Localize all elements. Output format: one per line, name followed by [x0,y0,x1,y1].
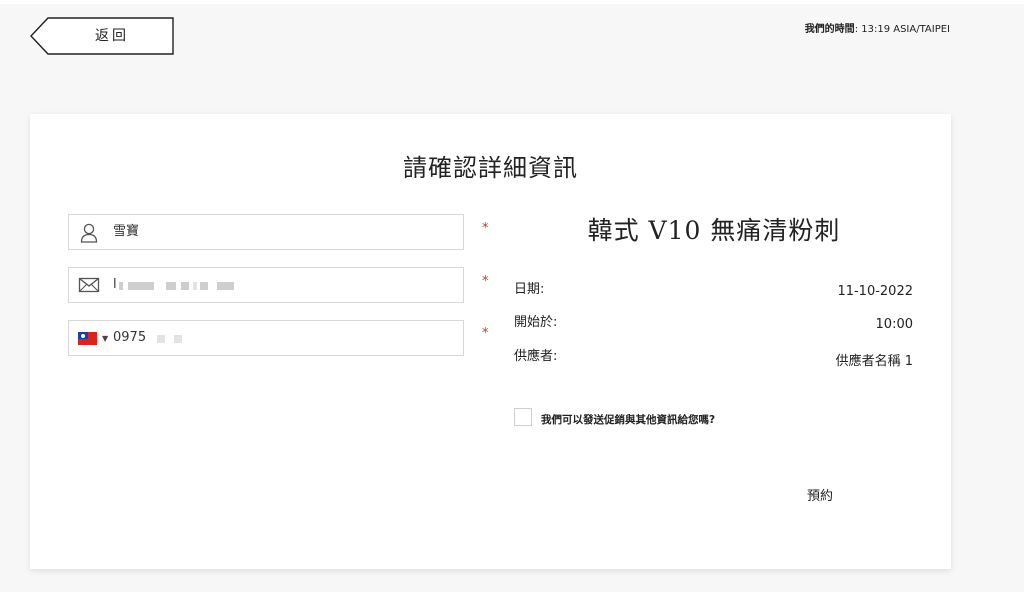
phone-field[interactable]: ▼ 0975 [68,320,464,356]
promo-consent-checkbox[interactable] [514,408,532,426]
redacted-block [174,335,182,343]
redacted-block [193,282,197,290]
top-strip [0,0,1024,4]
name-field[interactable]: 雪寶 [68,214,464,250]
promo-consent-label: 我們可以發送促銷與其他資訊給您嗎? [541,414,716,426]
date-value: 11-10-2022 [837,284,913,299]
start-time-value: 10:00 [875,317,913,332]
page-title: 請確認詳細資訊 [403,154,578,182]
book-button[interactable]: 預約 [784,483,856,511]
server-time-label: 我們的時間 [804,24,855,35]
redacted-block [217,282,234,290]
redacted-block [119,282,123,290]
date-label: 日期: [514,282,545,297]
redacted-block [200,282,208,290]
chevron-down-icon[interactable]: ▼ [102,332,108,345]
email-value-prefix: l [113,277,117,292]
mail-icon [78,276,100,294]
redacted-block [157,335,165,343]
phone-value: 0975 [113,330,147,345]
server-time: 我們的時間: 13:19 ASIA/TAIPEI [805,20,950,35]
start-time-label: 開始於: [514,315,558,330]
email-field[interactable]: l [68,267,464,303]
name-value: 雪寶 [113,224,140,239]
booking-confirm-page: 返回 我們的時間: 13:19 ASIA/TAIPEI 請確認詳細資訊 雪寶 * [0,0,1024,592]
back-button[interactable]: 返回 [30,17,174,55]
taiwan-flag-icon[interactable] [78,332,97,345]
provider-value: 供應者名稱 1 [835,354,913,369]
back-button-label: 返回 [95,28,129,44]
user-icon [78,223,100,243]
server-time-value: : 13:19 ASIA/TAIPEI [854,24,950,35]
redacted-block [166,282,176,290]
provider-label: 供應者: [514,349,558,364]
required-marker: * [482,221,489,236]
required-marker: * [482,274,489,289]
details-card: 請確認詳細資訊 雪寶 * l * ▼ 0975 * 韓式 V10 無痛清粉刺 日… [30,114,951,569]
redacted-block [128,282,154,290]
service-name: 韓式 V10 無痛清粉刺 [587,216,841,245]
redacted-block [181,282,189,290]
required-marker: * [482,326,489,341]
